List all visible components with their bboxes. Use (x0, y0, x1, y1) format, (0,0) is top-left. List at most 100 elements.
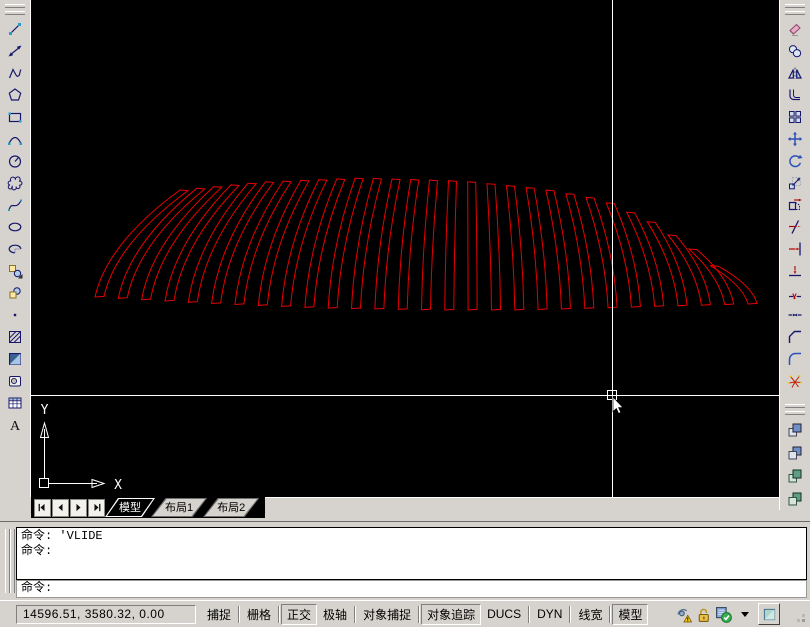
next-icon (76, 503, 81, 512)
rotate-button[interactable] (782, 150, 808, 172)
command-window-grip[interactable] (10, 529, 15, 593)
ellipse-button[interactable] (2, 216, 28, 238)
red-strip[interactable] (327, 177, 364, 309)
send-under-objects-button[interactable] (782, 487, 808, 510)
toggle-ducs[interactable]: DUCS (481, 605, 527, 623)
join-button[interactable] (782, 304, 808, 326)
toggle-线宽[interactable]: 线宽 (572, 604, 608, 625)
red-strip[interactable] (709, 265, 758, 305)
arc-button[interactable] (2, 128, 28, 150)
red-strip[interactable] (605, 202, 641, 308)
red-strip[interactable] (505, 185, 525, 311)
draw-toolbar: A (0, 0, 31, 497)
send-to-back-button[interactable] (782, 441, 808, 464)
extend-button[interactable] (782, 238, 808, 260)
circle-button[interactable] (2, 150, 28, 172)
toggle-dyn[interactable]: DYN (531, 605, 568, 623)
toolbar-lock-button[interactable] (695, 606, 712, 623)
insert-block-button[interactable] (2, 260, 28, 282)
multiline-text-button[interactable]: A (2, 414, 28, 436)
tab-model[interactable]: 模型 (105, 498, 155, 517)
toggle-对象捕捉[interactable]: 对象捕捉 (357, 604, 417, 625)
separator (418, 605, 421, 623)
tab-nav-next-button[interactable] (70, 498, 87, 517)
make-block-button[interactable] (2, 282, 28, 304)
red-strip[interactable] (525, 187, 548, 311)
drawing-canvas[interactable]: Y X (31, 0, 779, 497)
fillet-button[interactable] (782, 348, 808, 370)
tab-layout1[interactable]: 布局1 (151, 498, 208, 517)
red-strip[interactable] (397, 178, 420, 310)
clean-screen-button[interactable] (758, 603, 780, 625)
mirror-button[interactable] (782, 62, 808, 84)
scale-button[interactable] (782, 172, 808, 194)
toggle-模型[interactable]: 模型 (612, 603, 649, 625)
break-at-point-button[interactable] (782, 260, 808, 282)
status-toggles: 捕捉 栅格 正交 极轴 对象捕捉 对象追踪 DUCS DYN 线宽 模型 (201, 603, 649, 625)
tab-nav-first-button[interactable] (34, 498, 51, 517)
tab-nav-prev-button[interactable] (52, 498, 69, 517)
red-strip[interactable] (350, 177, 383, 310)
separator (528, 605, 531, 623)
move-button[interactable] (782, 128, 808, 150)
tab-nav-last-button[interactable] (88, 498, 105, 517)
rectangle-button[interactable] (2, 106, 28, 128)
red-strip[interactable] (420, 179, 439, 311)
polygon-button[interactable] (2, 84, 28, 106)
explode-button[interactable] (782, 370, 808, 392)
hatch-button[interactable] (2, 326, 28, 348)
trim-button[interactable] (782, 216, 808, 238)
red-strip[interactable] (486, 183, 502, 311)
table-button[interactable] (2, 392, 28, 414)
tab-layout2[interactable]: 布局2 (203, 498, 260, 517)
gradient-button[interactable] (2, 348, 28, 370)
red-strip[interactable] (94, 189, 190, 298)
red-strip[interactable] (467, 181, 478, 311)
break-button[interactable] (782, 282, 808, 304)
crosshair (31, 0, 779, 497)
toolbar-grip[interactable] (785, 0, 805, 18)
toggle-正交[interactable]: 正交 (281, 603, 318, 625)
validate-update-button[interactable] (715, 606, 732, 623)
erase-button[interactable] (782, 18, 808, 40)
coordinate-readout[interactable]: 14596.51, 3580.32, 0.00 (16, 604, 196, 624)
toolbar-grip[interactable] (785, 400, 805, 418)
point-button[interactable] (2, 304, 28, 326)
toggle-对象追踪[interactable]: 对象追踪 (421, 603, 482, 625)
toggle-极轴[interactable]: 极轴 (317, 604, 353, 625)
line-button[interactable] (2, 18, 28, 40)
red-strip[interactable] (666, 234, 711, 306)
copy-button[interactable] (782, 40, 808, 62)
revision-cloud-button[interactable] (2, 172, 28, 194)
construction-line-button[interactable] (2, 40, 28, 62)
toggle-捕捉[interactable]: 捕捉 (201, 604, 237, 625)
toolbar-grip[interactable] (5, 0, 25, 18)
ucs-y-label: Y (41, 403, 49, 418)
move-icon (787, 131, 803, 147)
toggle-栅格[interactable]: 栅格 (241, 604, 277, 625)
red-strip[interactable] (545, 189, 571, 310)
tray-dropdown-arrow[interactable] (741, 611, 749, 617)
red-strip[interactable] (281, 179, 328, 307)
resize-grip[interactable] (793, 610, 806, 623)
command-history[interactable]: 命令: 'VLIDE 命令: (16, 527, 807, 580)
bring-above-objects-button[interactable] (782, 464, 808, 487)
red-strip[interactable] (164, 184, 241, 302)
command-history-line: 命令: 'VLIDE (21, 529, 103, 543)
red-strip[interactable] (444, 180, 458, 311)
array-button[interactable] (782, 106, 808, 128)
region-button[interactable] (2, 370, 28, 392)
polyline-button[interactable] (2, 62, 28, 84)
chamfer-button[interactable] (782, 326, 808, 348)
offset-button[interactable] (782, 84, 808, 106)
stretch-button[interactable] (782, 194, 808, 216)
construction-line-icon (7, 43, 23, 59)
red-strip[interactable] (140, 186, 223, 301)
bring-to-front-button[interactable] (782, 418, 808, 441)
command-input-line[interactable]: 命令: (16, 580, 807, 598)
ellipse-arc-button[interactable] (2, 238, 28, 260)
spline-button[interactable] (2, 194, 28, 216)
red-strip[interactable] (565, 193, 595, 309)
red-strip[interactable] (374, 178, 401, 310)
communication-center-button[interactable] (675, 606, 692, 623)
